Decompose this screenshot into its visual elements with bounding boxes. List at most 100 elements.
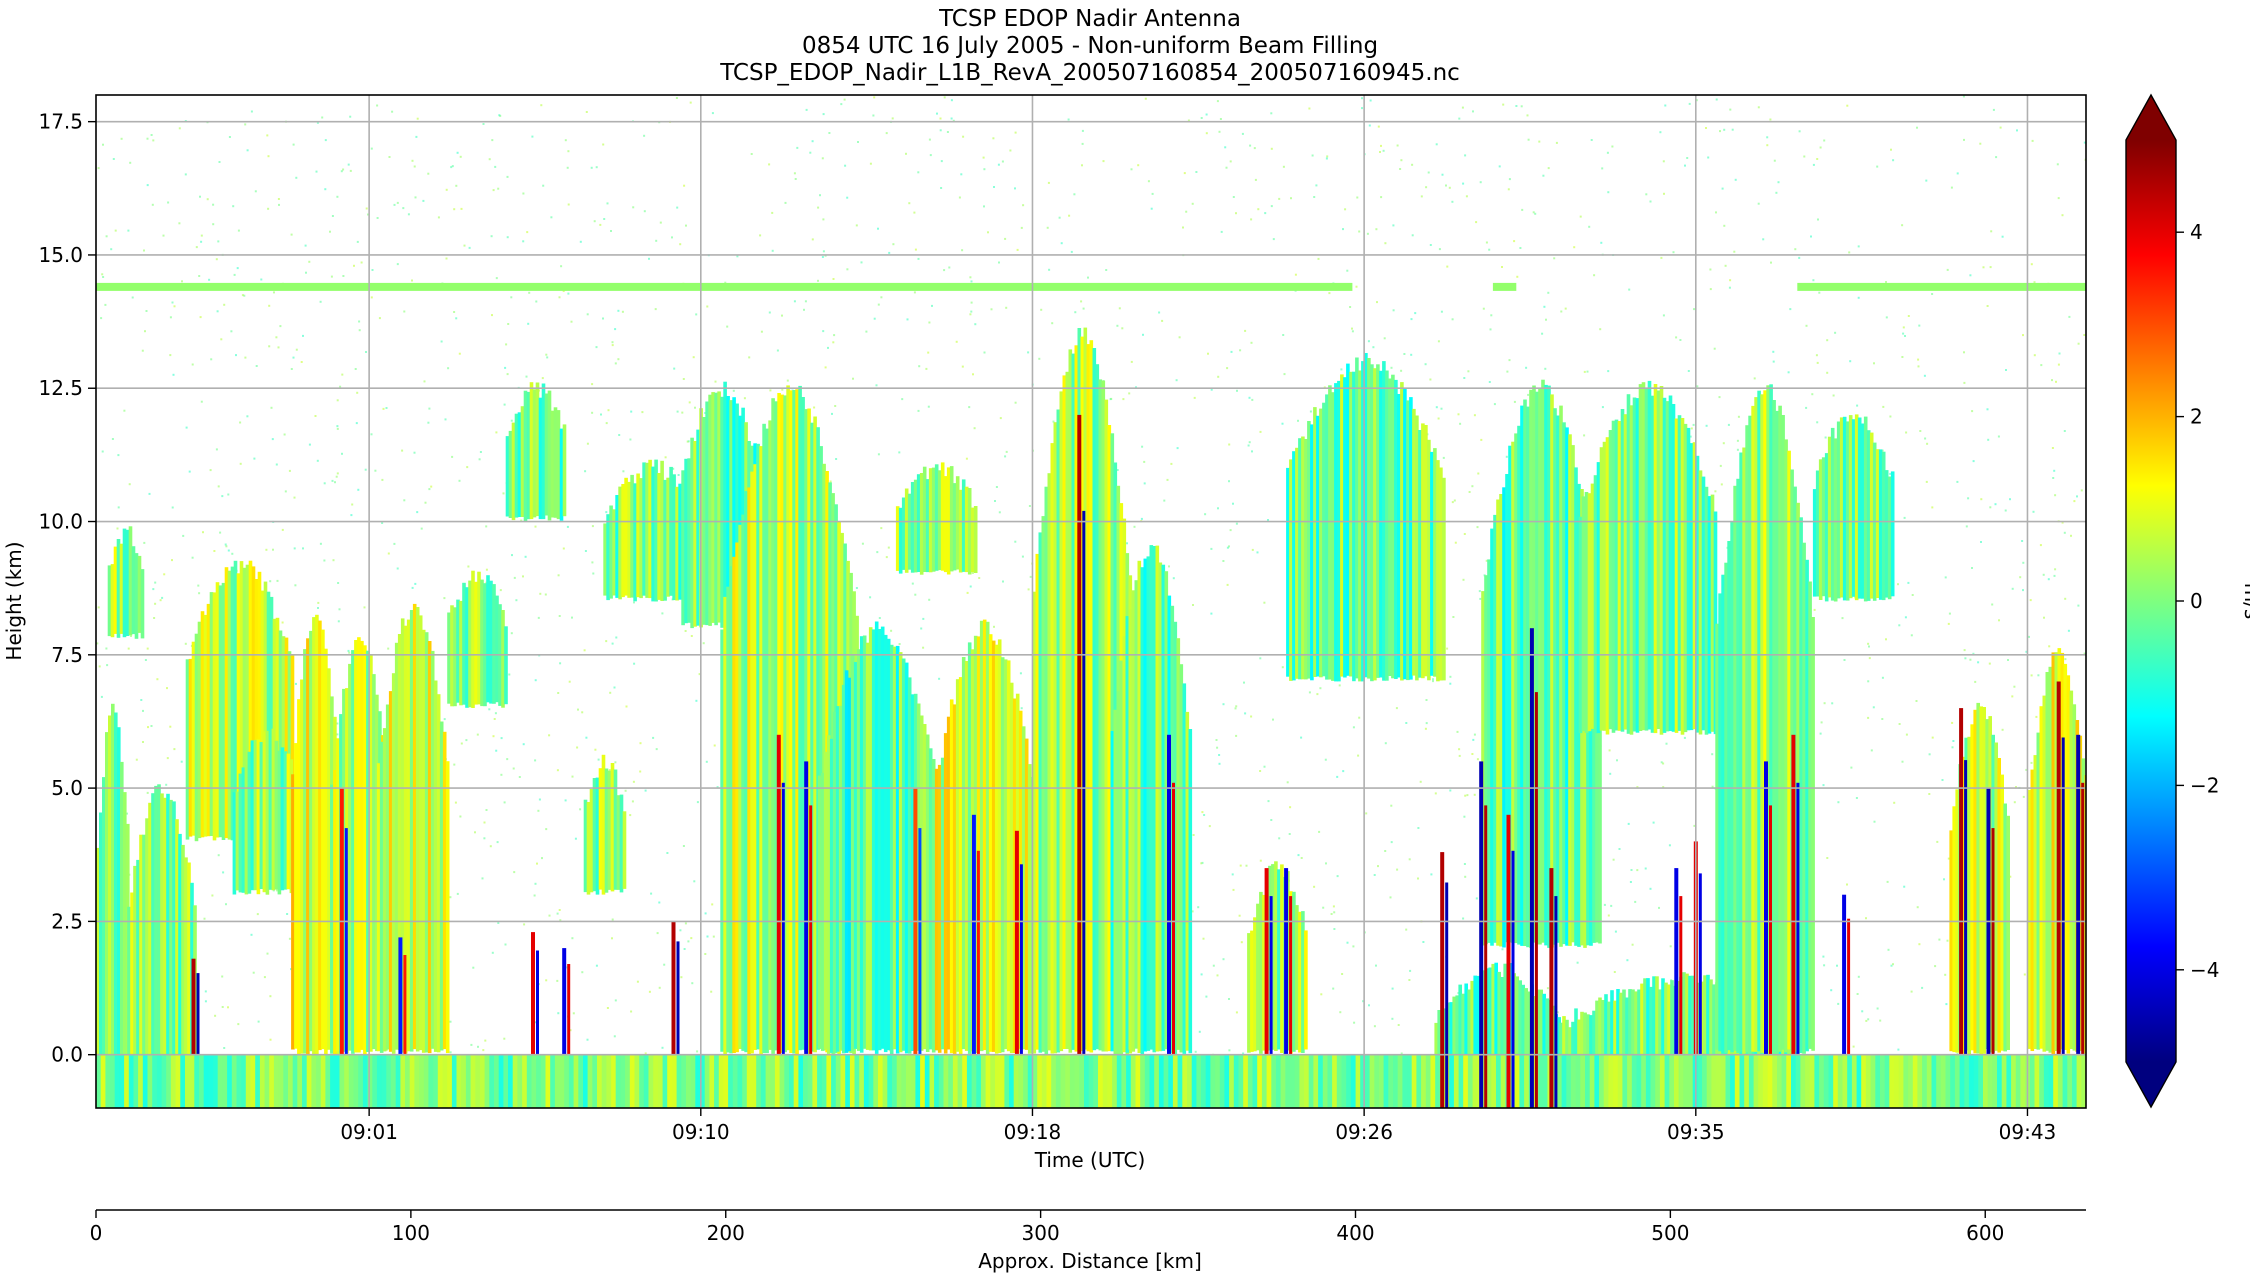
noise-dot xyxy=(995,486,998,488)
noise-dot xyxy=(1254,178,1257,181)
noise-dot xyxy=(162,234,165,237)
noise-dot xyxy=(275,336,278,339)
noise-dot xyxy=(1220,230,1223,233)
noise-dot xyxy=(1248,441,1251,444)
noise-dot xyxy=(1498,165,1501,168)
y-tick-label: 12.5 xyxy=(38,376,83,400)
noise-dot xyxy=(211,894,214,897)
noise-dot xyxy=(1228,545,1230,548)
noise-dot xyxy=(600,413,602,416)
noise-dot xyxy=(1178,336,1181,339)
noise-dot xyxy=(1328,292,1331,295)
noise-dot xyxy=(272,548,274,551)
noise-dot xyxy=(1391,1017,1394,1020)
noise-dot xyxy=(1910,634,1913,637)
noise-dot xyxy=(1865,1019,1868,1022)
y-tick-label: 0.0 xyxy=(51,1043,83,1067)
noise-dot xyxy=(605,640,608,643)
noise-dot xyxy=(1475,221,1478,224)
noise-dot xyxy=(1513,400,1516,403)
noise-dot xyxy=(1126,542,1128,545)
noise-dot xyxy=(943,269,946,272)
noise-dot xyxy=(169,354,172,357)
noise-dot xyxy=(880,527,883,530)
surface-strip xyxy=(952,1054,959,1108)
surface-strip xyxy=(1098,1054,1104,1108)
noise-dot xyxy=(832,341,835,344)
surface-strip xyxy=(1833,1054,1839,1108)
noise-dot xyxy=(1903,516,1906,519)
noise-dot xyxy=(1368,1004,1370,1007)
noise-dot xyxy=(1456,730,1459,733)
noise-dot xyxy=(1560,310,1563,313)
surface-strip xyxy=(873,1054,879,1108)
noise-dot xyxy=(876,551,879,554)
surface-layer xyxy=(96,1054,2086,1108)
surface-strip xyxy=(2039,1054,2045,1108)
noise-dot xyxy=(1411,163,1414,166)
noise-dot xyxy=(1459,422,1462,425)
noise-dot xyxy=(1197,906,1200,909)
noise-dot xyxy=(1943,878,1945,881)
noise-dot xyxy=(1438,248,1441,251)
noise-dot xyxy=(557,692,560,694)
noise-dot xyxy=(659,221,662,224)
surface-strip xyxy=(1308,1054,1314,1108)
noise-dot xyxy=(1501,266,1503,268)
surface-strip xyxy=(1851,1054,1858,1108)
surface-strip xyxy=(990,1054,996,1108)
noise-dot xyxy=(1991,603,1994,606)
plot-area: 09:01 09:10 09:18 09:26 09:35 09:43 0.02.55.0… xyxy=(2,94,2087,1172)
noise-dot xyxy=(227,1006,229,1009)
downdraft-streak xyxy=(809,805,813,1055)
noise-dot xyxy=(1876,1007,1879,1010)
noise-dot xyxy=(972,373,974,376)
noise-dot xyxy=(206,198,209,201)
surface-strip xyxy=(1121,1054,1127,1108)
surface-strip xyxy=(236,1054,242,1108)
surface-strip xyxy=(1346,1054,1352,1108)
noise-dot xyxy=(1693,308,1695,311)
noise-dot xyxy=(374,469,377,472)
noise-dot xyxy=(1965,525,1968,528)
noise-dot xyxy=(267,207,270,210)
noise-dot xyxy=(1986,305,1989,307)
noise-dot xyxy=(1773,159,1776,162)
surface-strip xyxy=(732,1054,739,1108)
noise-dot xyxy=(308,260,311,263)
noise-dot xyxy=(336,427,339,430)
noise-dot xyxy=(1355,285,1358,288)
surface-strip xyxy=(1983,1054,1989,1108)
noise-dot xyxy=(918,365,921,368)
surface-strip xyxy=(1407,1054,1413,1108)
surface-strip xyxy=(1060,1054,1066,1108)
surface-strip xyxy=(1800,1054,1806,1108)
noise-dot xyxy=(1994,503,1997,506)
surface-strip xyxy=(1093,1054,1099,1108)
noise-dot xyxy=(1251,548,1254,551)
surface-strip xyxy=(1463,1054,1469,1108)
surface-strip xyxy=(1903,1054,1909,1108)
noise-dot xyxy=(212,203,215,206)
noise-dot xyxy=(413,451,416,454)
noise-dot xyxy=(451,165,454,168)
noise-dot xyxy=(370,296,373,299)
noise-dot xyxy=(355,422,358,425)
noise-dot xyxy=(1234,707,1237,710)
surface-strip xyxy=(414,1054,420,1108)
surface-strip xyxy=(625,1054,631,1108)
noise-dot xyxy=(336,425,339,428)
updraft-streak xyxy=(531,932,535,1055)
noise-dot xyxy=(1282,165,1285,168)
surface-strip xyxy=(245,1054,252,1108)
noise-dot xyxy=(1924,437,1927,440)
surface-strip xyxy=(676,1054,682,1108)
surface-strip xyxy=(1472,1054,1478,1108)
noise-dot xyxy=(1719,130,1721,133)
noise-dot xyxy=(337,582,340,584)
noise-dot xyxy=(1931,293,1934,295)
noise-dot xyxy=(1979,142,1982,145)
noise-dot xyxy=(2037,674,2040,677)
noise-dot xyxy=(1105,269,1108,271)
noise-dot xyxy=(1867,680,1870,683)
